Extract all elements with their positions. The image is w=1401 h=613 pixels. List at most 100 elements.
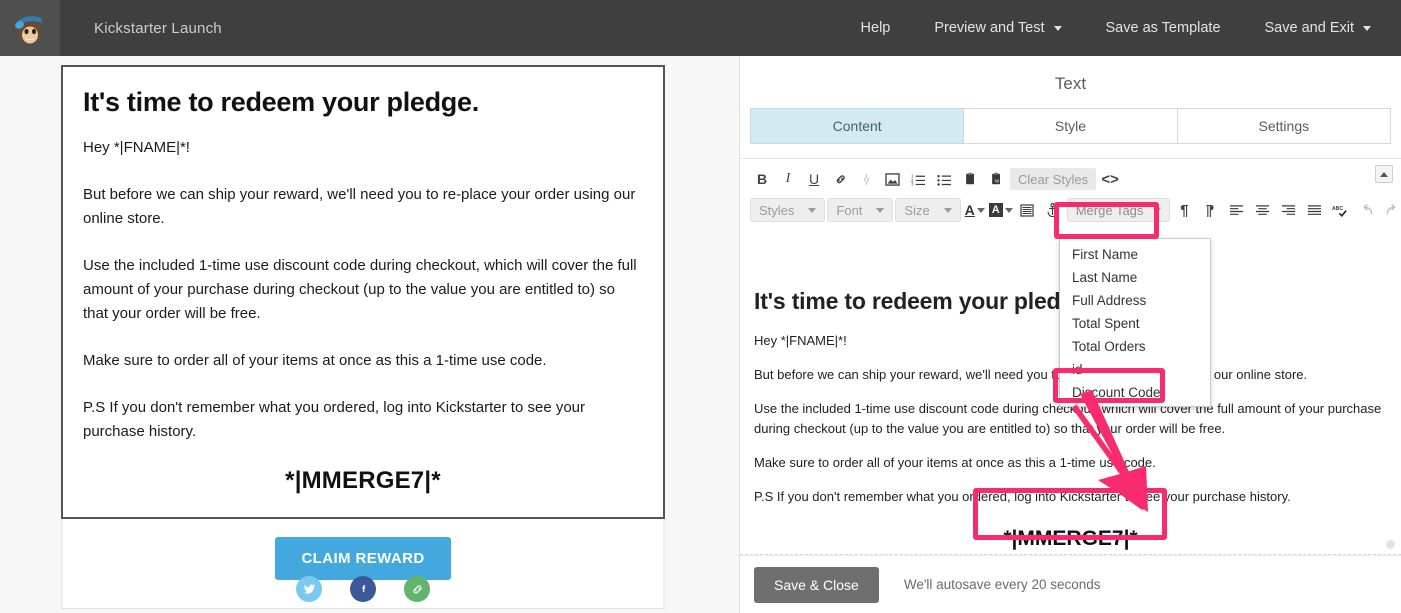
preview-paragraph-2: But before we can ship your reward, we'l…: [83, 186, 636, 228]
nav-preview-label: Preview and Test: [934, 20, 1045, 36]
editor-merge-code: *|MMERGE7|*: [1003, 527, 1138, 550]
mailchimp-logo[interactable]: [0, 0, 60, 56]
editor-footer-bar: Save & Close We'll autosave every 20 sec…: [740, 555, 1401, 613]
campaign-title: Kickstarter Launch: [94, 19, 222, 37]
preview-paragraph-5: P.S If you don't remember what you order…: [83, 399, 586, 441]
text-color-icon[interactable]: A: [963, 198, 987, 222]
email-body-block[interactable]: It's time to redeem your pledge. Hey *|F…: [61, 65, 665, 520]
svg-text:ABC: ABC: [1332, 206, 1343, 212]
editor-paragraph-4: Make sure to order all of your items at …: [754, 455, 1156, 470]
top-nav-items: Help Preview and Test Save as Template S…: [839, 0, 1401, 56]
text-color-a-glyph: A: [964, 202, 975, 218]
top-navigation-bar: Kickstarter Launch Help Preview and Test…: [0, 0, 1401, 56]
save-and-close-button[interactable]: Save & Close: [754, 566, 879, 603]
paragraph-icon[interactable]: ¶: [1172, 198, 1196, 222]
collapse-toolbar-button[interactable]: [1375, 165, 1393, 183]
align-right-icon[interactable]: [1276, 198, 1300, 222]
merge-tag-total-orders[interactable]: Total Orders: [1060, 335, 1210, 358]
chevron-down-icon: [1004, 207, 1013, 213]
chevron-down-icon: [943, 207, 952, 213]
numbered-list-icon[interactable]: 123: [906, 167, 930, 191]
preview-merge-code: *|MMERGE7|*: [285, 467, 441, 495]
chevron-down-icon: [1363, 25, 1371, 31]
editor-paragraph-5: P.S If you don't remember what you order…: [754, 489, 1291, 504]
align-justify-icon[interactable]: [1302, 198, 1326, 222]
nav-save-and-exit[interactable]: Save and Exit: [1243, 0, 1401, 56]
chevron-down-icon: [1153, 207, 1162, 213]
font-select-label: Font: [836, 202, 863, 218]
nav-save-template-label: Save as Template: [1105, 20, 1221, 36]
preview-heading: It's time to redeem your pledge.: [83, 87, 479, 117]
preview-paragraph-3: Use the included 1-time use discount cod…: [83, 257, 637, 323]
chevron-down-icon: [1053, 25, 1062, 31]
merge-tags-dropdown-menu: First Name Last Name Full Address Total …: [1059, 238, 1211, 407]
highlight-a-glyph: A: [988, 203, 1003, 217]
claim-reward-button[interactable]: CLAIM REWARD: [275, 537, 451, 581]
tab-style[interactable]: Style: [964, 108, 1178, 144]
email-preview-pane: It's time to redeem your pledge. Hey *|F…: [0, 56, 739, 613]
merge-tag-id[interactable]: id: [1060, 358, 1210, 381]
align-center-icon[interactable]: [1250, 198, 1274, 222]
image-icon[interactable]: [880, 167, 904, 191]
merge-tags-label: Merge Tags: [1075, 202, 1144, 218]
highlight-color-icon[interactable]: A: [988, 198, 1013, 222]
campaign-editor-page: Kickstarter Launch Help Preview and Test…: [0, 0, 1401, 613]
size-select[interactable]: Size: [895, 198, 961, 222]
chevron-down-icon: [876, 207, 885, 213]
toolbar-row-one: B I U 123 W Clear Styles <>: [750, 165, 1393, 193]
undo-icon[interactable]: [1354, 198, 1378, 222]
editor-resize-handle[interactable]: [1386, 540, 1395, 549]
merge-tags-button[interactable]: Merge Tags: [1066, 198, 1171, 222]
unlink-icon: [854, 167, 878, 191]
nav-save-as-template[interactable]: Save as Template: [1084, 0, 1243, 56]
anchor-icon[interactable]: [1041, 198, 1065, 222]
merge-tag-full-address[interactable]: Full Address: [1060, 289, 1210, 312]
bullet-list-icon[interactable]: [932, 167, 956, 191]
email-card: It's time to redeem your pledge. Hey *|F…: [61, 65, 665, 610]
paragraph-rtl-icon[interactable]: ¶: [1198, 198, 1222, 222]
nav-help-label: Help: [860, 20, 891, 36]
paste-icon[interactable]: [958, 167, 982, 191]
chevron-up-icon: [1380, 171, 1388, 177]
link-icon[interactable]: [828, 167, 852, 191]
background-icon[interactable]: [1015, 198, 1039, 222]
font-select[interactable]: Font: [827, 198, 894, 222]
clear-styles-button[interactable]: Clear Styles: [1010, 168, 1097, 190]
tab-settings[interactable]: Settings: [1177, 108, 1391, 144]
svg-text:3: 3: [911, 181, 914, 185]
twitter-icon[interactable]: [296, 576, 322, 602]
redo-icon[interactable]: [1380, 198, 1401, 222]
align-left-icon[interactable]: [1224, 198, 1248, 222]
preview-paragraph-1: Hey *|FNAME|*!: [83, 139, 190, 157]
link-icon[interactable]: [404, 576, 430, 602]
twitter-bird-glyph: [303, 584, 315, 594]
chain-link-glyph: [412, 584, 422, 594]
paste-from-word-icon[interactable]: W: [984, 167, 1008, 191]
chevron-down-icon: [976, 207, 985, 213]
merge-tag-total-spent[interactable]: Total Spent: [1060, 312, 1210, 335]
facebook-icon[interactable]: [350, 576, 376, 602]
merge-tag-first-name[interactable]: First Name: [1060, 243, 1210, 266]
size-select-label: Size: [904, 202, 930, 218]
freddie-monkey-icon: [15, 16, 42, 44]
tab-content[interactable]: Content: [750, 108, 965, 144]
rich-text-toolbar: B I U 123 W Clear Styles <> Styles Font …: [740, 159, 1401, 229]
panel-title: Text: [1054, 74, 1087, 93]
nav-preview-and-test[interactable]: Preview and Test: [912, 0, 1083, 56]
facebook-f-glyph: [361, 584, 365, 592]
bold-icon[interactable]: B: [750, 167, 774, 191]
styles-select-label: Styles: [759, 202, 795, 218]
nav-save-exit-label: Save and Exit: [1264, 20, 1354, 36]
nav-help[interactable]: Help: [839, 0, 913, 56]
merge-tag-last-name[interactable]: Last Name: [1060, 266, 1210, 289]
spellcheck-icon[interactable]: ABC: [1328, 198, 1352, 222]
preview-paragraph-4: Make sure to order all of your items at …: [83, 352, 547, 370]
styles-select[interactable]: Styles: [750, 198, 826, 222]
chevron-down-icon: [808, 207, 817, 213]
underline-icon[interactable]: U: [802, 167, 826, 191]
autosave-status-text: We'll autosave every 20 seconds: [903, 577, 1101, 592]
code-view-icon[interactable]: <>: [1098, 167, 1122, 191]
merge-tag-discount-code[interactable]: Discount Code: [1060, 381, 1210, 404]
editor-tabs: Content Style Settings: [750, 108, 1391, 144]
italic-icon[interactable]: I: [776, 167, 800, 191]
